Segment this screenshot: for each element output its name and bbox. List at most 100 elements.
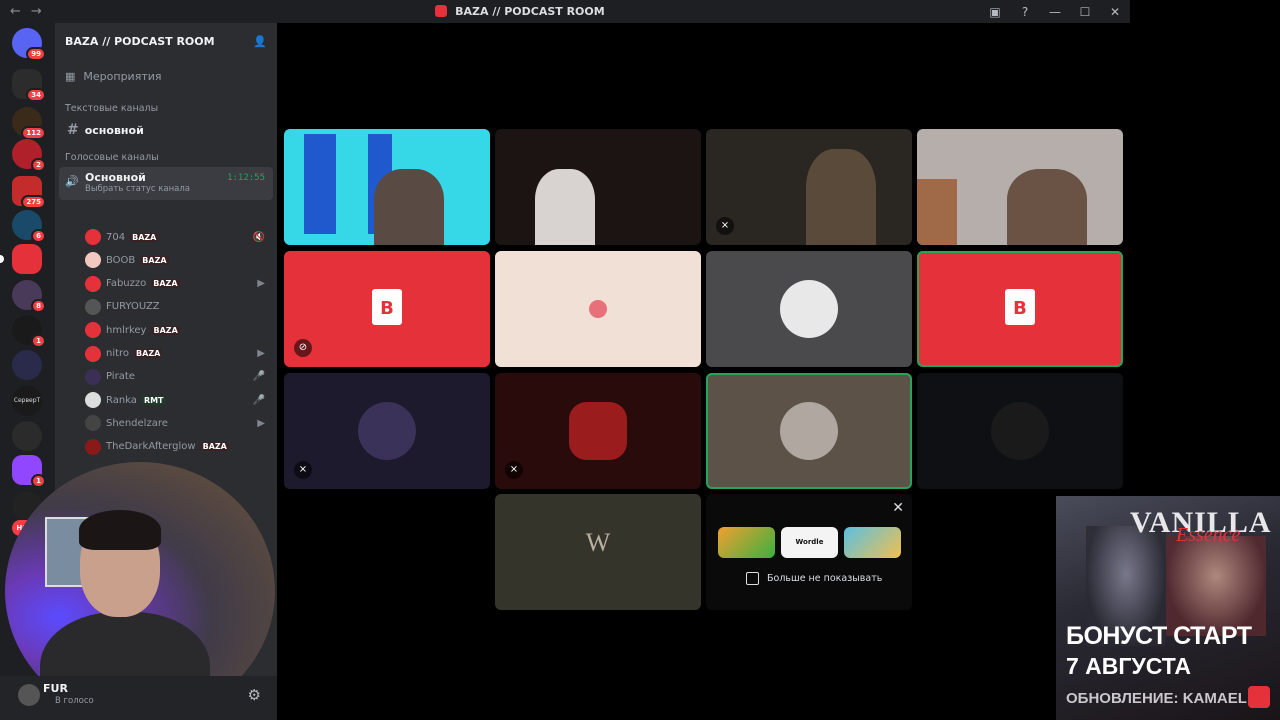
server-icon-active[interactable] [0, 244, 42, 274]
baza-logo-icon: B [372, 289, 402, 325]
checkbox-icon[interactable] [746, 572, 759, 585]
video-tile[interactable]: ⨯ [495, 373, 701, 489]
user-name: FUR [43, 682, 68, 695]
twitch-icon[interactable]: 1 [12, 455, 46, 488]
avatar[interactable] [18, 684, 40, 706]
add-member-icon[interactable]: 👤 [253, 35, 267, 48]
member-name: FURYOUZZ [106, 301, 160, 313]
voice-member[interactable]: BOOB BAZA [85, 250, 265, 270]
server-icon[interactable]: 275 [12, 176, 46, 209]
muted-mic-icon: ⨯ [294, 461, 312, 479]
voice-member[interactable]: Shendelzare ▶ [85, 413, 265, 433]
back-arrow-icon[interactable]: ← [10, 4, 21, 19]
member-state-icon: ▶ [257, 278, 265, 290]
member-name: hmlrkey [106, 324, 147, 336]
text-channel[interactable]: # основной [61, 118, 271, 142]
ad-update: ОБНОВЛЕНИЕ: KAMAEL [1066, 690, 1247, 707]
activity-promo: ✕ Wordle Больше не показывать [706, 494, 912, 610]
role-tag: RMT [141, 395, 166, 405]
server-icon[interactable] [12, 421, 42, 451]
video-tile[interactable]: ⨯ [284, 373, 490, 489]
member-state-icon: 🎤 [252, 394, 265, 406]
video-tile[interactable]: ⨯ [706, 129, 912, 245]
avatar [85, 275, 101, 292]
avatar [780, 280, 838, 338]
avatar [85, 298, 101, 315]
deafened-icon: ⊘ [294, 339, 312, 357]
voice-member[interactable]: Fabuzzo BAZA ▶ [85, 274, 265, 294]
member-state-icon: 🎤 [252, 371, 265, 383]
dont-show-checkbox[interactable]: Больше не показывать [746, 572, 882, 585]
video-tile-speaking[interactable]: B [917, 251, 1123, 367]
avatar [85, 438, 101, 455]
voice-member[interactable]: hmlrkey BAZA [85, 320, 265, 340]
events-item[interactable]: ▦ Мероприятия [55, 60, 277, 93]
close-button[interactable]: ✕ [1100, 5, 1130, 19]
server-icon[interactable]: 2 [12, 139, 46, 172]
wordle-app[interactable]: Wordle [781, 527, 838, 558]
server-header[interactable]: BAZA // PODCAST ROOM 👤 [55, 23, 277, 60]
video-grid: ⨯ B ⊘ B ⨯ ⨯ W [277, 23, 1130, 720]
gear-icon[interactable]: ⚙ [248, 686, 261, 704]
text-category[interactable]: Текстовые каналы [55, 103, 277, 114]
channel-status[interactable]: Выбрать статус канала [65, 184, 267, 194]
voice-member[interactable]: 704 BAZA 🔇 [85, 227, 265, 247]
hash-icon: # [67, 122, 79, 138]
role-tag: BAZA [130, 232, 159, 242]
member-name: Shendelzare [106, 417, 168, 429]
server-icon[interactable]: СерверТ [12, 386, 42, 416]
video-tile[interactable]: W [495, 494, 701, 610]
member-state-icon: ▶ [257, 348, 265, 359]
avatar [358, 402, 416, 460]
muted-mic-icon: ⨯ [716, 217, 734, 235]
speaker-icon: 🔊 [65, 175, 79, 188]
activity-app[interactable] [844, 527, 901, 558]
video-tile[interactable] [284, 129, 490, 245]
window-controls: ▣ ? — ☐ ✕ [980, 5, 1130, 19]
voice-member[interactable]: nitro BAZA ▶ [85, 344, 265, 364]
inbox-icon[interactable]: ▣ [980, 5, 1010, 19]
direct-messages-icon[interactable]: 99 [12, 28, 46, 61]
server-icon[interactable]: 112 [12, 107, 46, 140]
avatar [85, 392, 101, 409]
baza-logo-icon [435, 5, 448, 17]
maximize-button[interactable]: ☐ [1070, 5, 1100, 19]
title-bar: ← → BAZA // PODCAST ROOM ▣ ? — ☐ ✕ [0, 0, 1130, 23]
avatar [589, 300, 607, 318]
voice-member[interactable]: Pirate 🎤 [85, 367, 265, 387]
avatar [85, 415, 101, 432]
video-tile[interactable]: B ⊘ [284, 251, 490, 367]
server-icon[interactable] [12, 350, 42, 380]
avatar [85, 368, 101, 385]
nav-arrows: ← → [0, 4, 60, 19]
role-tag: BAZA [151, 279, 180, 289]
server-icon[interactable]: 6 [12, 210, 46, 243]
ad-headline: БОНУСТ СТАРТ [1066, 622, 1252, 650]
avatar [780, 402, 838, 460]
ad-date: 7 АВГУСТА [1066, 653, 1191, 679]
server-icon[interactable]: 1 [12, 315, 46, 348]
server-icon[interactable]: 8 [12, 280, 46, 313]
voice-member[interactable]: Ranka RMT 🎤 [85, 390, 265, 410]
baza-logo-icon [1248, 686, 1270, 708]
voice-category[interactable]: Голосовые каналы [55, 152, 277, 163]
ad-brand-script: Essence [1176, 524, 1241, 546]
voice-member[interactable]: TheDarkAfterglow BAZA [85, 437, 265, 457]
minimize-button[interactable]: — [1040, 5, 1070, 19]
forward-arrow-icon[interactable]: → [31, 4, 42, 19]
help-icon[interactable]: ? [1010, 5, 1040, 19]
role-tag: BAZA [151, 325, 180, 335]
video-tile[interactable] [917, 129, 1123, 245]
server-icon[interactable]: 34 [12, 69, 46, 102]
voice-member[interactable]: FURYOUZZ [85, 297, 265, 317]
video-tile[interactable] [706, 251, 912, 367]
video-tile[interactable] [917, 373, 1123, 489]
member-name: 704 [106, 231, 126, 243]
video-tile[interactable] [495, 129, 701, 245]
video-tile-speaking[interactable] [706, 373, 912, 489]
voice-channel[interactable]: 🔊 Основной Выбрать статус канала 1:12:55 [59, 167, 273, 200]
close-icon[interactable]: ✕ [892, 500, 904, 516]
activity-app[interactable] [718, 527, 775, 558]
ad-banner[interactable]: VANILLA Essence БОНУСТ СТАРТ 7 АВГУСТА О… [1056, 496, 1280, 720]
video-tile[interactable] [495, 251, 701, 367]
